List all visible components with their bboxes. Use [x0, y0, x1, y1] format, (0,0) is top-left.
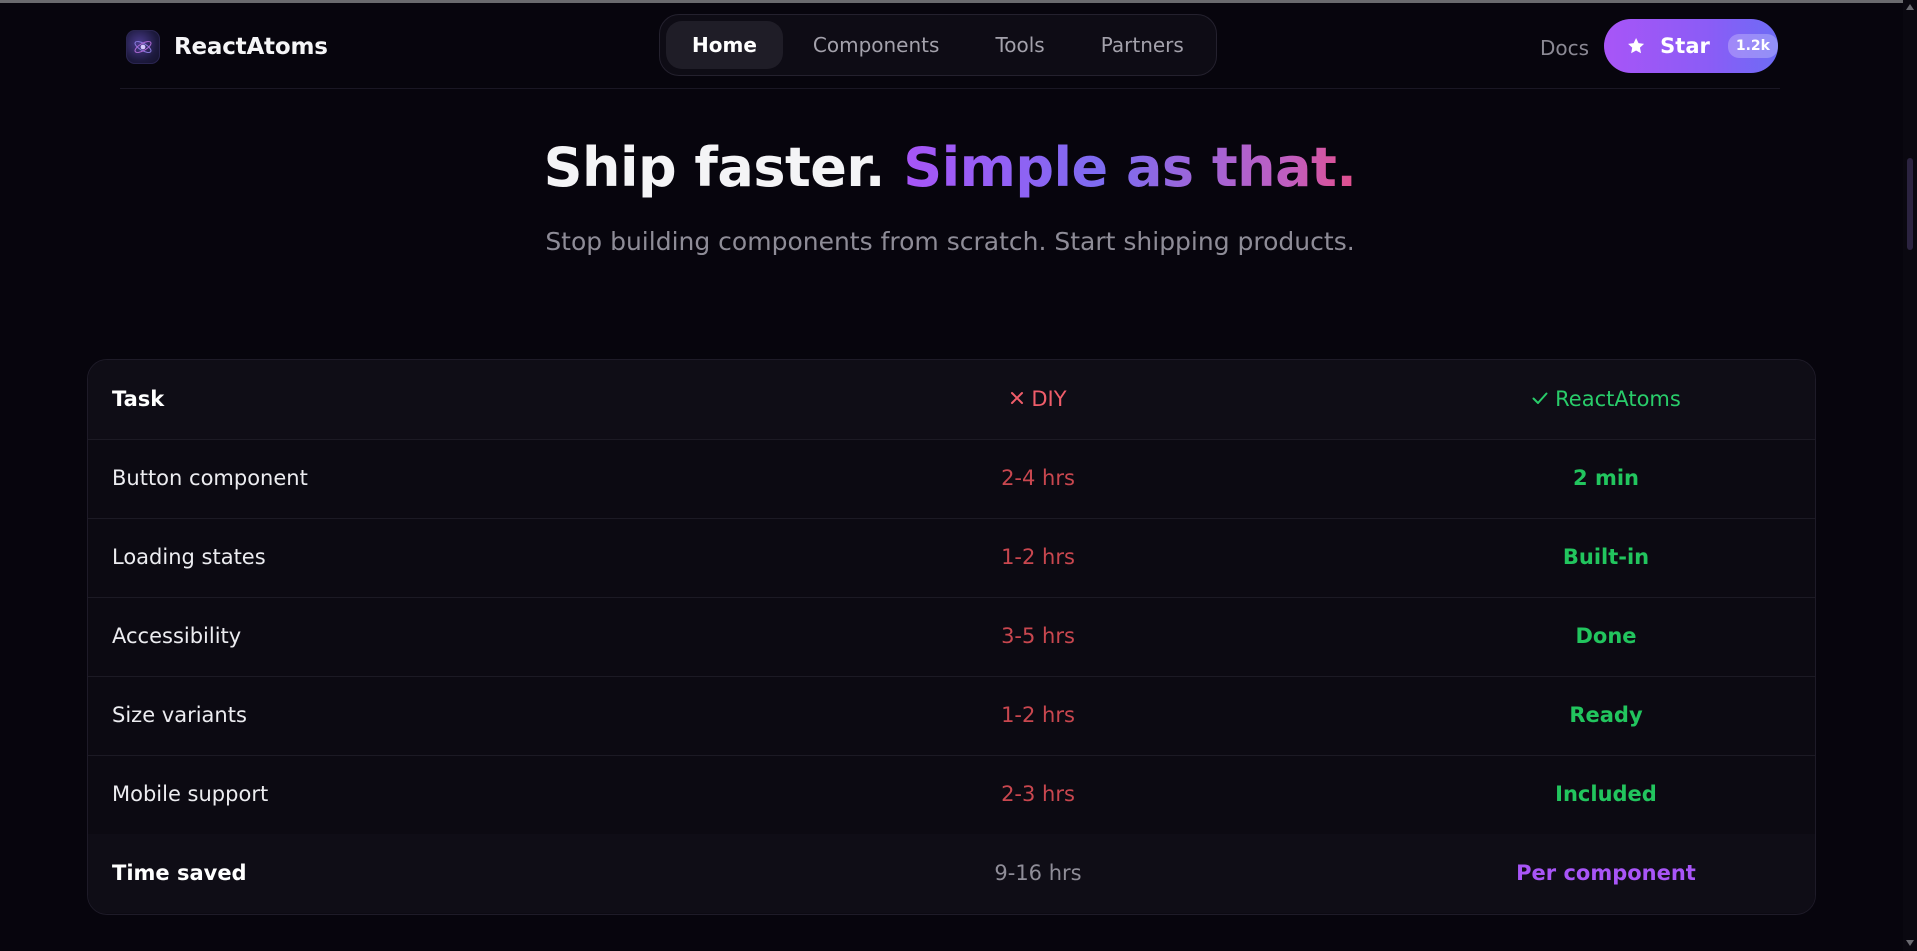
row-diy-time: 2-3 hrs — [1001, 782, 1075, 806]
header-task: Task — [112, 387, 165, 411]
row-reactatoms-time: Done — [1575, 624, 1637, 648]
row-reactatoms-time: 2 min — [1573, 466, 1639, 490]
brand-name: ReactAtoms — [174, 34, 328, 60]
row-reactatoms-time: Included — [1555, 782, 1657, 806]
table-row: Mobile support 2-3 hrs Included — [88, 755, 1815, 835]
github-star-button[interactable]: Star 1.2k — [1604, 19, 1778, 73]
row-reactatoms-time: Built-in — [1562, 545, 1650, 569]
header-diy: DIY — [888, 360, 1188, 439]
comparison-table: Task DIY ReactAtoms Button component 2-4… — [87, 359, 1816, 915]
row-diy-time: 1-2 hrs — [1001, 545, 1075, 569]
star-icon — [1628, 38, 1645, 54]
row-task: Accessibility — [112, 624, 242, 648]
table-row: Accessibility 3-5 hrs Done — [88, 597, 1815, 677]
table-row: Button component 2-4 hrs 2 min — [88, 439, 1815, 519]
header-reactatoms: ReactAtoms — [1456, 360, 1756, 439]
row-task: Mobile support — [112, 782, 269, 806]
nav-item-components[interactable]: Components — [787, 21, 966, 69]
hero-title: Ship faster. Simple as that. — [0, 136, 1900, 199]
check-icon — [1532, 392, 1548, 404]
docs-link[interactable]: Docs — [1540, 36, 1589, 60]
nav-item-tools[interactable]: Tools — [969, 21, 1070, 69]
table-footer-row: Time saved 9-16 hrs Per component — [88, 834, 1815, 913]
row-task: Size variants — [112, 703, 247, 727]
table-row: Loading states 1-2 hrs Built-in — [88, 518, 1815, 598]
brand[interactable]: ReactAtoms — [126, 30, 328, 64]
scroll-down-arrow-icon[interactable] — [1906, 940, 1914, 946]
row-diy-time: 1-2 hrs — [1001, 703, 1075, 727]
nav-item-home[interactable]: Home — [666, 21, 783, 69]
hero-title-plain: Ship faster. — [543, 136, 886, 199]
x-icon — [1011, 392, 1024, 404]
row-task: Loading states — [112, 545, 266, 569]
nav-item-partners[interactable]: Partners — [1075, 21, 1210, 69]
footer-reactatoms-total: Per component — [1516, 861, 1696, 885]
footer-diy-total: 9-16 hrs — [994, 861, 1082, 885]
row-diy-time: 3-5 hrs — [1001, 624, 1075, 648]
hero-title-highlight: Simple as that. — [903, 136, 1357, 199]
header-diy-label: DIY — [1031, 387, 1067, 411]
row-reactatoms-time: Ready — [1569, 703, 1643, 727]
scrollbar-thumb[interactable] — [1907, 158, 1913, 250]
table-header-row: Task DIY ReactAtoms — [88, 360, 1815, 440]
hero-subtitle: Stop building components from scratch. S… — [545, 227, 1355, 256]
star-label: Star — [1660, 34, 1710, 58]
row-task: Button component — [112, 466, 308, 490]
atom-logo-icon — [126, 30, 160, 64]
window-top-border — [0, 0, 1917, 3]
header-reactatoms-label: ReactAtoms — [1555, 387, 1681, 411]
table-row: Size variants 1-2 hrs Ready — [88, 676, 1815, 756]
site-header: ReactAtoms Home Components Tools Partner… — [120, 14, 1780, 89]
row-diy-time: 2-4 hrs — [1001, 466, 1075, 490]
star-count-badge: 1.2k — [1727, 34, 1778, 58]
page-scrollbar[interactable] — [1903, 0, 1917, 951]
footer-task: Time saved — [112, 861, 247, 885]
scroll-up-arrow-icon[interactable] — [1906, 4, 1914, 10]
page: ReactAtoms Home Components Tools Partner… — [0, 0, 1917, 951]
main-nav: Home Components Tools Partners — [659, 14, 1217, 76]
